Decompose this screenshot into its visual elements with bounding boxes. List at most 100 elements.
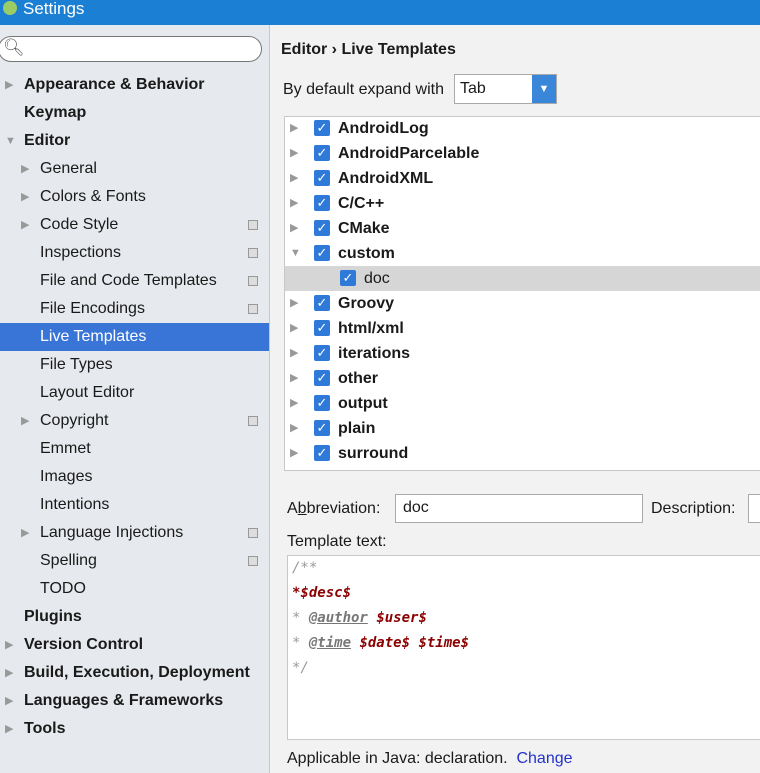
chevron-right-icon[interactable]: ▶ [21,211,29,239]
expand-value: Tab [460,80,486,97]
chevron-right-icon[interactable]: ▶ [21,183,29,211]
sidebar-item-label: Colors & Fonts [40,188,146,205]
template-label: AndroidXML [338,170,434,187]
sidebar-item[interactable]: ▶ Languages & Frameworks [0,687,269,715]
sidebar-item[interactable]: Spelling [0,547,269,575]
chevron-right-icon[interactable]: ▶ [290,291,298,316]
description-input[interactable] [748,494,760,523]
chevron-down-icon[interactable]: ▼ [290,241,301,266]
sidebar-item[interactable]: ▶ Version Control [0,631,269,659]
chevron-right-icon[interactable]: ▶ [5,71,13,99]
sidebar-item[interactable]: File Encodings [0,295,269,323]
checkbox[interactable]: ✓ [340,270,356,286]
breadcrumb: Editor › Live Templates [281,41,456,58]
template-group-row[interactable]: ✓ doc [285,266,760,291]
chevron-right-icon[interactable]: ▶ [290,166,298,191]
template-group-row[interactable]: ▶ ✓ output [285,391,760,416]
sidebar-item[interactable]: ▶ Copyright [0,407,269,435]
chevron-right-icon[interactable]: ▶ [5,715,13,743]
sidebar-item-label: Layout Editor [40,384,135,401]
template-group-row[interactable]: ▶ ✓ plain [285,416,760,441]
chevron-right-icon[interactable]: ▶ [5,631,13,659]
main-panel: Editor › Live Templates By default expan… [271,25,760,773]
sidebar-item[interactable]: Plugins [0,603,269,631]
sidebar-item[interactable]: ▼ Editor [0,127,269,155]
template-group-row[interactable]: ▼ ✓ custom [285,241,760,266]
chevron-right-icon[interactable]: ▶ [5,687,13,715]
template-group-row[interactable]: ▶ ✓ iterations [285,341,760,366]
template-group-row[interactable]: ▶ ✓ AndroidLog [285,116,760,141]
change-link[interactable]: Change [516,750,572,767]
chevron-right-icon[interactable]: ▶ [290,366,298,391]
template-group-row[interactable]: ▶ ✓ CMake [285,216,760,241]
sidebar-item[interactable]: Emmet [0,435,269,463]
sidebar-item[interactable]: ▶ Appearance & Behavior [0,71,269,99]
template-text-editor[interactable]: /** *$desc$ * @author $user$ * @time $da… [287,555,760,740]
sidebar-item-label: File Types [40,356,113,373]
template-group-row[interactable]: ▶ ✓ other [285,366,760,391]
code-line: *$desc$ [292,585,352,601]
project-scope-icon [248,276,258,286]
sidebar-item[interactable]: Images [0,463,269,491]
sidebar-item[interactable]: Keymap [0,99,269,127]
checkbox[interactable]: ✓ [314,420,330,436]
sidebar-item-label: Language Injections [40,524,184,541]
sidebar-item-label: Copyright [40,412,109,429]
abbreviation-input[interactable]: doc [395,494,643,523]
checkbox[interactable]: ✓ [314,220,330,236]
template-group-row[interactable]: ▶ ✓ html/xml [285,316,760,341]
chevron-right-icon[interactable]: ▶ [290,341,298,366]
chevron-right-icon[interactable]: ▶ [290,316,298,341]
chevron-right-icon[interactable]: ▶ [21,407,29,435]
checkbox[interactable]: ✓ [314,295,330,311]
chevron-right-icon[interactable]: ▶ [290,216,298,241]
sidebar-item[interactable]: Live Templates [0,323,269,351]
chevron-right-icon[interactable]: ▶ [21,155,29,183]
sidebar-item[interactable]: File and Code Templates [0,267,269,295]
search-input[interactable]: 🔍︎ [0,36,262,62]
checkbox[interactable]: ✓ [314,195,330,211]
sidebar-item[interactable]: Layout Editor [0,379,269,407]
template-text-label: Template text: [287,533,387,550]
chevron-down-icon[interactable]: ▼ [5,127,16,155]
expand-with-select[interactable]: Tab ▼ [454,74,557,104]
checkbox[interactable]: ✓ [314,320,330,336]
sidebar-item[interactable]: File Types [0,351,269,379]
sidebar-item-label: Plugins [24,608,82,625]
template-label: doc [364,270,390,287]
checkbox[interactable]: ✓ [314,445,330,461]
checkbox[interactable]: ✓ [314,245,330,261]
chevron-right-icon[interactable]: ▶ [290,391,298,416]
chevron-down-icon[interactable]: ▼ [532,75,556,103]
template-group-row[interactable]: ▶ ✓ Groovy [285,291,760,316]
sidebar-item[interactable]: TODO [0,575,269,603]
chevron-right-icon[interactable]: ▶ [290,416,298,441]
chevron-right-icon[interactable]: ▶ [290,141,298,166]
chevron-right-icon[interactable]: ▶ [290,191,298,216]
sidebar-item[interactable]: Intentions [0,491,269,519]
sidebar-item[interactable]: ▶ General [0,155,269,183]
chevron-right-icon[interactable]: ▶ [5,659,13,687]
checkbox[interactable]: ✓ [314,145,330,161]
checkbox[interactable]: ✓ [314,345,330,361]
sidebar-item[interactable]: ▶ Tools [0,715,269,743]
chevron-right-icon[interactable]: ▶ [290,441,298,466]
template-group-row[interactable]: ▶ ✓ AndroidParcelable [285,141,760,166]
checkbox[interactable]: ✓ [314,370,330,386]
checkbox[interactable]: ✓ [314,170,330,186]
sidebar-item-label: Spelling [40,552,97,569]
sidebar-item[interactable]: ▶ Colors & Fonts [0,183,269,211]
chevron-right-icon[interactable]: ▶ [290,116,298,141]
template-group-row[interactable]: ▶ ✓ C/C++ [285,191,760,216]
checkbox[interactable]: ✓ [314,395,330,411]
template-group-row[interactable]: ▶ ✓ AndroidXML [285,166,760,191]
project-scope-icon [248,304,258,314]
checkbox[interactable]: ✓ [314,120,330,136]
template-group-row[interactable]: ▶ ✓ surround [285,441,760,466]
chevron-right-icon[interactable]: ▶ [21,519,29,547]
sidebar-item[interactable]: Inspections [0,239,269,267]
sidebar-item[interactable]: ▶ Build, Execution, Deployment [0,659,269,687]
sidebar-item[interactable]: ▶ Language Injections [0,519,269,547]
sidebar-item[interactable]: ▶ Code Style [0,211,269,239]
code-line: /** [292,560,318,576]
